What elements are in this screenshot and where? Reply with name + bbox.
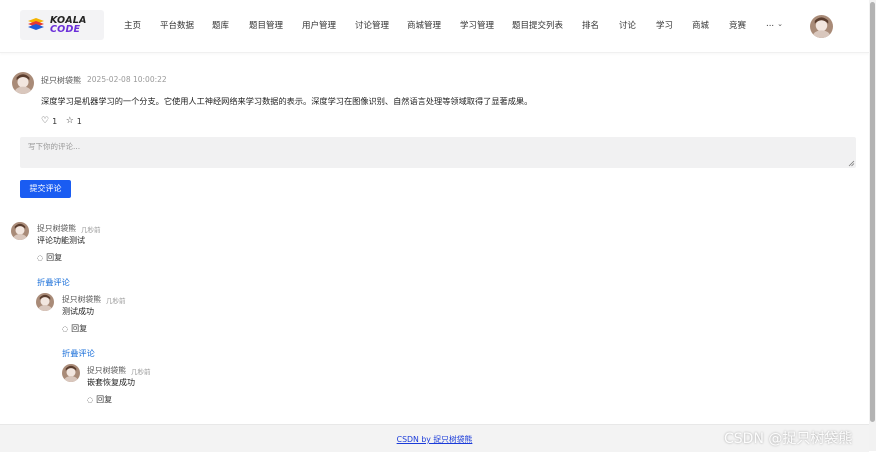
nav-discussion[interactable]: 讨论 — [619, 19, 636, 31]
logo-line2: CODE — [50, 24, 81, 35]
nav-problem-management[interactable]: 题目管理 — [249, 19, 283, 31]
comment-avatar[interactable] — [11, 222, 29, 240]
star-icon: ☆ — [65, 116, 74, 126]
post-content: 深度学习是机器学习的一个分支。它使用人工神经网络来学习数据的表示。深度学习在图像… — [41, 96, 533, 106]
comment-author[interactable]: 捉只树袋熊 — [87, 365, 126, 376]
post-author[interactable]: 捉只树袋熊 — [41, 75, 81, 86]
nav-home[interactable]: 主页 — [124, 19, 141, 31]
post-stats: ♡ 1 ☆ 1 — [41, 116, 82, 126]
avatar-image-icon — [36, 293, 54, 311]
favorite-button[interactable]: ☆ 1 — [66, 116, 82, 126]
post-author-avatar[interactable] — [12, 72, 34, 94]
favorite-count: 1 — [76, 116, 82, 126]
nav-learning-management[interactable]: 学习管理 — [460, 19, 494, 31]
nav-problem-bank[interactable]: 题库 — [212, 19, 229, 31]
reply-icon: ◌ — [87, 396, 94, 404]
nav-mall-management[interactable]: 商城管理 — [407, 19, 441, 31]
logo[interactable]: KOALA CODE — [20, 10, 104, 40]
nav-discussion-management[interactable]: 讨论管理 — [355, 19, 389, 31]
like-button[interactable]: ♡ 1 — [41, 116, 57, 126]
comment-placeholder: 写下你的评论... — [28, 142, 81, 151]
nav-mall[interactable]: 商城 — [692, 19, 709, 31]
reply-icon: ◌ — [37, 254, 44, 262]
like-count: 1 — [52, 116, 58, 126]
avatar-image-icon — [11, 222, 29, 240]
comment-time: 几秒前 — [106, 297, 126, 305]
user-avatar[interactable] — [810, 15, 833, 38]
comment-text: 评论功能测试 — [37, 236, 85, 245]
chevron-down-icon: ⌄ — [777, 20, 783, 28]
fold-comments-link[interactable]: 折叠评论 — [62, 347, 95, 359]
avatar-image-icon — [62, 364, 80, 382]
reply-label: 回复 — [46, 253, 63, 262]
comment-text: 嵌套恢复成功 — [87, 378, 135, 387]
reply-button[interactable]: ◌ 回复 — [62, 323, 87, 334]
nav-submission-list[interactable]: 题目提交列表 — [512, 19, 563, 31]
reply-button[interactable]: ◌ 回复 — [37, 252, 62, 263]
reply-button[interactable]: ◌ 回复 — [87, 394, 112, 405]
avatar-image-icon — [12, 72, 34, 94]
nav-more-label: ... — [766, 19, 775, 29]
nav-more[interactable]: ... ⌄ — [766, 19, 783, 29]
top-navbar: KOALA CODE 主页 平台数据 题库 题目管理 用户管理 讨论管理 商城管… — [0, 0, 869, 53]
comment-avatar[interactable] — [36, 293, 54, 311]
resize-handle-icon[interactable] — [848, 160, 855, 167]
comment-time: 几秒前 — [81, 226, 101, 234]
comment-text: 测试成功 — [62, 307, 94, 316]
logo-mark-icon — [28, 18, 44, 30]
reply-label: 回复 — [96, 395, 113, 404]
nav-ranking[interactable]: 排名 — [582, 19, 599, 31]
nav-user-management[interactable]: 用户管理 — [302, 19, 336, 31]
comment-avatar[interactable] — [62, 364, 80, 382]
fold-comments-link[interactable]: 折叠评论 — [37, 276, 70, 288]
nav-platform-data[interactable]: 平台数据 — [160, 19, 194, 31]
nav-contest[interactable]: 竞赛 — [729, 19, 746, 31]
scrollbar-thumb[interactable] — [870, 2, 875, 422]
page: KOALA CODE 主页 平台数据 题库 题目管理 用户管理 讨论管理 商城管… — [0, 0, 869, 452]
comment-textarea[interactable]: 写下你的评论... — [20, 137, 856, 168]
reply-icon: ◌ — [62, 325, 69, 333]
nav-learning[interactable]: 学习 — [656, 19, 673, 31]
submit-comment-button[interactable]: 提交评论 — [20, 180, 71, 198]
reply-label: 回复 — [71, 324, 88, 333]
avatar-image-icon — [810, 15, 833, 38]
comment-author[interactable]: 捉只树袋熊 — [37, 223, 76, 234]
comment-time: 几秒前 — [131, 368, 151, 376]
logo-text: KOALA CODE — [50, 16, 102, 35]
post-time: 2025-02-08 10:00:22 — [87, 75, 167, 84]
comment-author[interactable]: 捉只树袋熊 — [62, 294, 101, 305]
heart-icon: ♡ — [41, 116, 50, 126]
watermark: CSDN @捉只树袋熊 — [724, 431, 853, 447]
